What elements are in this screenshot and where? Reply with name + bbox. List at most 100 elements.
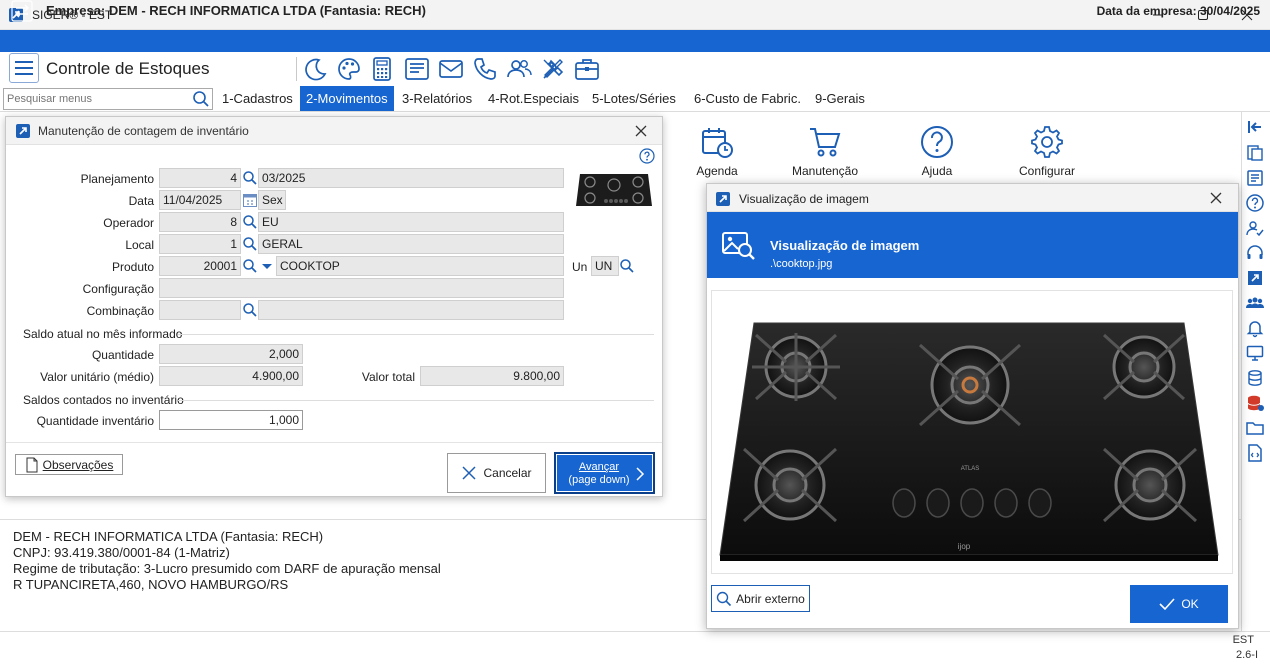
swap-company-icon[interactable]: [8, 0, 36, 22]
cancel-button[interactable]: Cancelar: [447, 453, 546, 493]
database-alert-icon[interactable]: [1245, 393, 1265, 413]
help-icon: [921, 126, 953, 158]
data-field[interactable]: 11/04/2025: [159, 190, 241, 210]
unit-label: Un: [572, 260, 588, 274]
monitor-icon[interactable]: [1245, 343, 1265, 363]
planejamento-value-field[interactable]: 03/2025: [258, 168, 564, 188]
menu-lotes-series[interactable]: 5-Lotes/Séries: [586, 86, 682, 111]
image-search-icon: [721, 230, 757, 262]
search-icon[interactable]: [242, 214, 258, 230]
version: 2.6-I: [1235, 649, 1258, 661]
search-input[interactable]: [4, 89, 189, 109]
section-divider: [178, 400, 654, 401]
search-icon[interactable]: [242, 236, 258, 252]
quantidade-inventario-input[interactable]: 1,000: [159, 410, 303, 430]
inventory-count-dialog: Manutenção de contagem de inventário Pla…: [5, 116, 663, 497]
combinacao-label: Combinação: [86, 304, 154, 318]
report-icon[interactable]: [1245, 168, 1265, 188]
shortcut-icon[interactable]: [1245, 268, 1265, 288]
launcher-manutencao[interactable]: Manutenção: [780, 124, 870, 178]
calendar-icon[interactable]: [242, 192, 258, 208]
cooktop-image[interactable]: ATLAS ijop: [718, 317, 1228, 563]
operador-value-field[interactable]: EU: [258, 212, 564, 232]
unit-field[interactable]: UN: [591, 256, 619, 276]
planejamento-label: Planejamento: [80, 172, 154, 186]
open-external-button[interactable]: Abrir externo: [711, 585, 810, 612]
briefcase-icon[interactable]: [573, 55, 601, 83]
hamburger-icon: [15, 61, 33, 75]
dialog-close-button[interactable]: [633, 123, 649, 139]
search-icon[interactable]: [619, 258, 635, 274]
produto-code-field[interactable]: 20001: [159, 256, 241, 276]
image-filename: .\cooktop.jpg: [770, 258, 833, 270]
dialog-close-button[interactable]: [1208, 190, 1224, 206]
image-preview-frame: ATLAS ijop: [711, 290, 1233, 574]
operador-label: Operador: [103, 216, 154, 230]
database-icon[interactable]: [1245, 368, 1265, 388]
dark-mode-icon[interactable]: [302, 55, 330, 83]
bell-icon[interactable]: [1245, 318, 1265, 338]
calculator-icon[interactable]: [368, 55, 396, 83]
calendar-clock-icon: [702, 128, 733, 158]
check-icon: [1159, 598, 1175, 611]
team-icon[interactable]: [1245, 293, 1265, 313]
module-code: EST: [1232, 634, 1254, 646]
page-title: Controle de Estoques: [46, 59, 210, 78]
palette-icon[interactable]: [335, 55, 363, 83]
menu-cadastros[interactable]: 1-Cadastros: [216, 86, 299, 111]
local-code-field[interactable]: 1: [159, 234, 241, 254]
search-box[interactable]: [3, 88, 213, 110]
field-help-icon[interactable]: [639, 148, 655, 164]
phone-icon[interactable]: [471, 55, 499, 83]
ok-button[interactable]: OK: [1130, 585, 1228, 623]
planejamento-code-field[interactable]: 4: [159, 168, 241, 188]
advance-button[interactable]: Avançar (page down): [554, 452, 655, 494]
gear-icon: [1031, 126, 1063, 158]
menu-custo-fabric[interactable]: 6-Custo de Fabric.: [688, 86, 807, 111]
footer-divider: [6, 442, 662, 443]
search-icon[interactable]: [242, 258, 258, 274]
news-icon[interactable]: [403, 55, 431, 83]
code-file-icon[interactable]: [1245, 443, 1265, 463]
search-icon[interactable]: [242, 302, 258, 318]
menu-rot-especiais[interactable]: 4-Rot.Especiais: [482, 86, 585, 111]
valor-unitario-field: 4.900,00: [159, 366, 303, 386]
local-value-field[interactable]: GERAL: [258, 234, 564, 254]
tools-icon[interactable]: [539, 55, 567, 83]
menu-gerais[interactable]: 9-Gerais: [809, 86, 871, 111]
combinacao-code-field[interactable]: [159, 300, 241, 320]
launcher-ajuda[interactable]: Ajuda: [892, 124, 982, 178]
company-name: Empresa: DEM - RECH INFORMATICA LTDA (Fa…: [46, 3, 426, 18]
documents-icon[interactable]: [1245, 143, 1265, 163]
user-check-icon[interactable]: [1245, 218, 1265, 238]
cart-icon: [810, 128, 841, 157]
menu-relatorios[interactable]: 3-Relatórios: [396, 86, 478, 111]
observacoes-button[interactable]: Observações: [15, 454, 123, 475]
users-icon[interactable]: [505, 55, 533, 83]
search-icon[interactable]: [242, 170, 258, 186]
help-circle-icon[interactable]: [1245, 193, 1265, 213]
product-thumbnail[interactable]: [574, 170, 654, 210]
mail-icon[interactable]: [437, 55, 465, 83]
configuracao-field[interactable]: [159, 278, 564, 298]
close-icon: [462, 466, 477, 480]
collapse-sidebar-icon[interactable]: [1245, 117, 1265, 137]
ok-button-label: OK: [1181, 597, 1199, 611]
operador-code-field[interactable]: 8: [159, 212, 241, 232]
saldo-atual-section-title: Saldo atual no mês informado: [23, 327, 183, 341]
launcher-configurar[interactable]: Configurar: [1002, 124, 1092, 178]
launcher-agenda[interactable]: Agenda: [672, 124, 762, 178]
quantidade-label: Quantidade: [91, 348, 154, 362]
status-cnpj: CNPJ: 93.419.380/0001-84 (1-Matriz): [13, 545, 230, 560]
headset-icon[interactable]: [1245, 243, 1265, 263]
search-icon[interactable]: [192, 90, 210, 108]
dialog-title: Manutenção de contagem de inventário: [38, 124, 249, 138]
hamburger-menu-button[interactable]: [9, 53, 39, 83]
footer-bar: [0, 631, 1270, 665]
folder-icon[interactable]: [1245, 418, 1265, 438]
chevron-down-icon[interactable]: [259, 258, 275, 274]
produto-value-field[interactable]: COOKTOP: [276, 256, 564, 276]
combinacao-value-field[interactable]: [258, 300, 564, 320]
menu-movimentos[interactable]: 2-Movimentos: [300, 86, 394, 111]
chevron-right-icon: [636, 467, 645, 481]
